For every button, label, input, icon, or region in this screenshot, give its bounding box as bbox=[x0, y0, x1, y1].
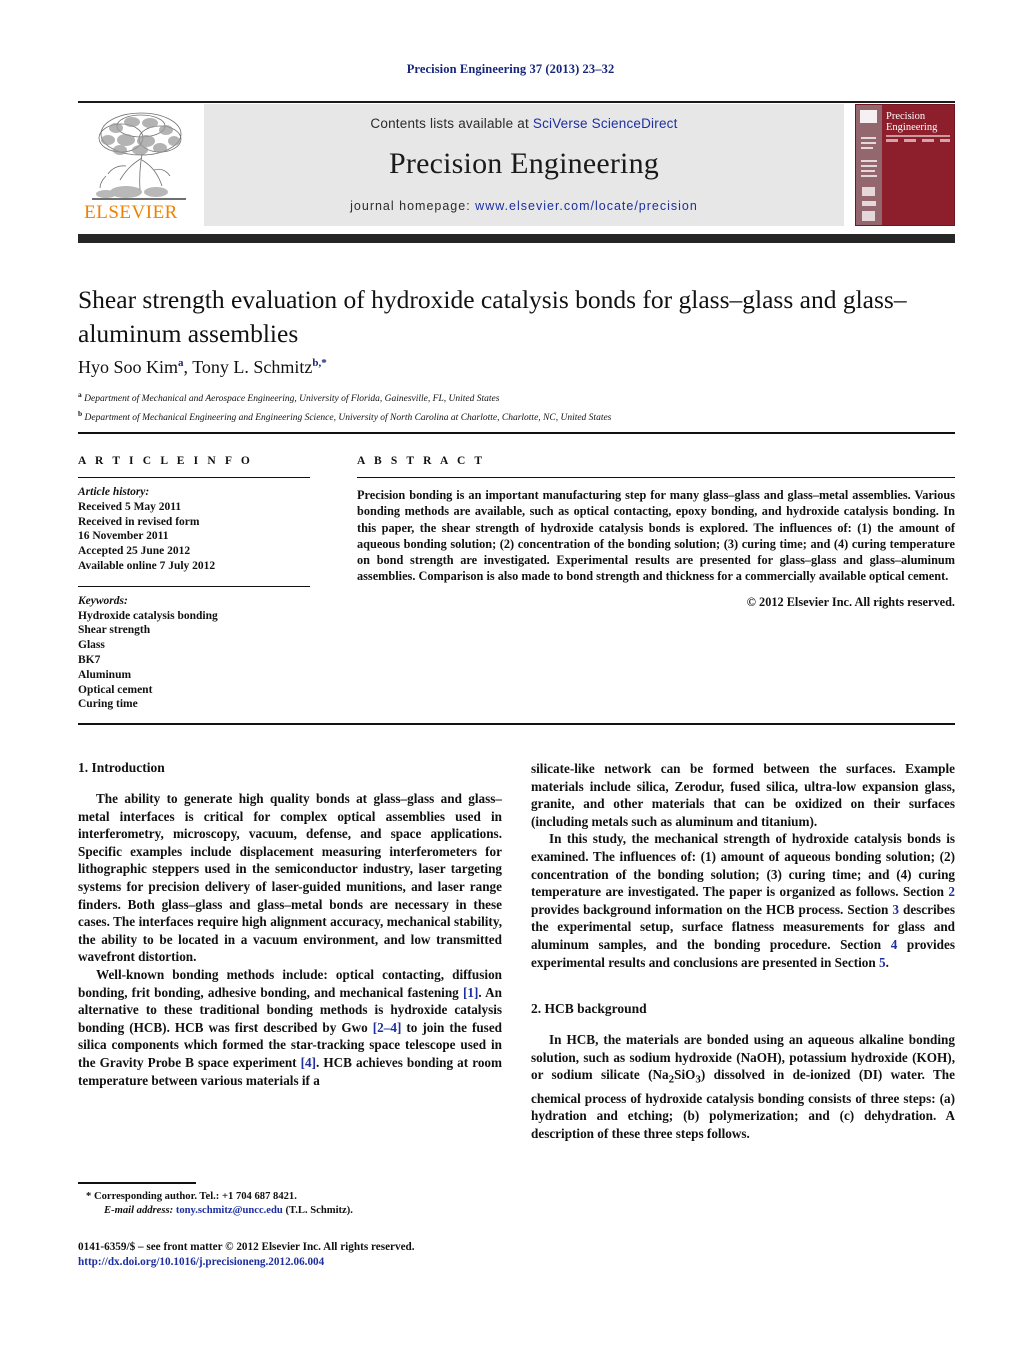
affil-marker-b: b, bbox=[312, 357, 322, 369]
affiliation-b: b Department of Mechanical Engineering a… bbox=[78, 408, 612, 423]
keyword-item: Curing time bbox=[78, 698, 138, 711]
paragraph-1: The ability to generate high quality bon… bbox=[78, 791, 502, 965]
body-column-right: silicate-like network can be formed betw… bbox=[531, 760, 955, 1142]
footnote-block: * Corresponding author. Tel.: +1 704 687… bbox=[78, 1190, 508, 1218]
sciencedirect-link[interactable]: SciVerse ScienceDirect bbox=[533, 116, 678, 131]
corresponding-author-note: * Corresponding author. Tel.: +1 704 687… bbox=[86, 1191, 297, 1202]
elsevier-logo: ELSEVIER bbox=[78, 104, 200, 226]
keywords-rule bbox=[78, 585, 310, 587]
body-column-left: 1. Introduction The ability to generate … bbox=[78, 760, 502, 1089]
section-link-3[interactable]: 3 bbox=[892, 902, 899, 917]
journal-cover-thumbnail: Precision Engineering bbox=[855, 104, 955, 226]
running-head: Precision Engineering 37 (2013) 23–32 bbox=[406, 62, 615, 76]
affil-marker-a: a bbox=[178, 357, 184, 369]
contents-list-line: Contents lists available at SciVerse Sci… bbox=[370, 116, 677, 131]
cover-deco-2 bbox=[904, 139, 916, 142]
affiliations: a Department of Mechanical and Aerospace… bbox=[78, 388, 948, 425]
affiliation-a: a Department of Mechanical and Aerospace… bbox=[78, 390, 500, 405]
history-item: Received in revised form bbox=[78, 515, 200, 528]
keyword-item: Shear strength bbox=[78, 624, 151, 637]
header-heavy-rule bbox=[78, 234, 955, 243]
section-1-heading: 1. Introduction bbox=[78, 760, 165, 775]
section-link-2[interactable]: 2 bbox=[948, 884, 955, 899]
abstract-rule bbox=[357, 477, 955, 478]
history-item: 16 November 2011 bbox=[78, 530, 169, 543]
abstract-column: A B S T R A C T Precision bonding is an … bbox=[357, 455, 955, 610]
paragraph-3: silicate-like network can be formed betw… bbox=[531, 761, 955, 829]
cover-elsevier-mark-icon bbox=[860, 110, 877, 123]
email-link[interactable]: tony.schmitz@uncc.edu bbox=[176, 1205, 283, 1216]
section-2-heading: 2. HCB background bbox=[531, 1001, 647, 1017]
section-link-5[interactable]: 5 bbox=[879, 955, 886, 970]
keyword-item: Optical cement bbox=[78, 683, 153, 696]
elsevier-wordmark: ELSEVIER bbox=[84, 202, 178, 223]
issn-block: 0141-6359/$ – see front matter © 2012 El… bbox=[78, 1240, 518, 1270]
page-title: Shear strength evaluation of hydroxide c… bbox=[78, 285, 907, 348]
cover-deco-4 bbox=[940, 139, 950, 142]
author-list: Hyo Soo Kima, Tony L. Schmitzb,* bbox=[78, 357, 327, 377]
email-note: E-mail address: tony.schmitz@uncc.edu (T… bbox=[78, 1204, 508, 1218]
journal-header-band: ELSEVIER Contents lists available at Sci… bbox=[78, 104, 955, 226]
email-label: E-mail address: bbox=[104, 1205, 174, 1216]
cover-deco-3 bbox=[922, 139, 934, 142]
citation-ref-3[interactable]: [4] bbox=[301, 1055, 316, 1070]
journal-homepage-link[interactable]: www.elsevier.com/locate/precision bbox=[475, 199, 698, 213]
cover-strip-line-6 bbox=[861, 170, 875, 172]
history-item: Available online 7 July 2012 bbox=[78, 559, 216, 572]
cover-rule bbox=[886, 135, 950, 137]
cover-strip-line-3 bbox=[861, 147, 873, 149]
journal-title: Precision Engineering bbox=[389, 147, 659, 180]
keyword-item: Glass bbox=[78, 639, 105, 652]
paragraph-4: In this study, the mechanical strength o… bbox=[531, 831, 955, 970]
email-suffix: (T.L. Schmitz). bbox=[285, 1205, 353, 1216]
article-info-heading: A R T I C L E I N F O bbox=[78, 455, 253, 467]
journal-homepage-line: journal homepage: www.elsevier.com/locat… bbox=[204, 199, 844, 213]
history-item: Received 5 May 2011 bbox=[78, 500, 182, 513]
keyword-item: BK7 bbox=[78, 653, 101, 666]
cover-strip-line-1 bbox=[861, 137, 876, 139]
cover-strip-line-2 bbox=[861, 142, 876, 144]
abstract-heading: A B S T R A C T bbox=[357, 455, 486, 467]
cover-strip-line-5 bbox=[861, 165, 877, 167]
contents-prefix: Contents lists available at bbox=[370, 116, 533, 131]
cover-strip-image-3 bbox=[862, 211, 875, 221]
abstract-copyright: © 2012 Elsevier Inc. All rights reserved… bbox=[746, 594, 955, 609]
cover-strip-image-1 bbox=[862, 187, 875, 196]
paragraph-2: Well-known bonding methods include: opti… bbox=[78, 966, 503, 1088]
keywords-list: Keywords: Hydroxide catalysis bonding Sh… bbox=[78, 594, 310, 712]
citation-ref-1[interactable]: [1] bbox=[463, 985, 478, 1000]
cover-journal-title: Precision Engineering bbox=[886, 111, 938, 133]
history-item: Accepted 25 June 2012 bbox=[78, 545, 191, 558]
keywords-label: Keywords: bbox=[78, 594, 128, 607]
citation-ref-2[interactable]: [2–4] bbox=[373, 1020, 402, 1035]
cover-strip-line-4 bbox=[861, 160, 877, 162]
doi-link[interactable]: http://dx.doi.org/10.1016/j.precisioneng… bbox=[78, 1255, 518, 1270]
footnote-rule bbox=[78, 1182, 196, 1184]
cover-strip-line-7 bbox=[861, 175, 877, 177]
issn-line: 0141-6359/$ – see front matter © 2012 El… bbox=[78, 1241, 415, 1253]
cover-deco-1 bbox=[886, 139, 898, 142]
keyword-item: Aluminum bbox=[78, 668, 132, 681]
abstract-text: Precision bonding is an important manufa… bbox=[357, 488, 955, 584]
article-info-column: A R T I C L E I N F O Article history: R… bbox=[78, 455, 310, 712]
paper-page: Precision Engineering 37 (2013) 23–32 EL… bbox=[0, 0, 1021, 1351]
article-history-label: Article history: bbox=[78, 486, 150, 498]
paragraph-5: In HCB, the materials are bonded using a… bbox=[531, 1032, 955, 1141]
keyword-item: Hydroxide catalysis bonding bbox=[78, 609, 218, 622]
homepage-prefix: journal homepage: bbox=[350, 199, 476, 213]
article-info-rule bbox=[78, 477, 310, 478]
journal-header-center: Contents lists available at SciVerse Sci… bbox=[204, 104, 844, 226]
article-history: Article history: Received 5 May 2011 Rec… bbox=[78, 485, 310, 574]
abstract-bottom-rule bbox=[78, 723, 955, 725]
cover-strip-image-2 bbox=[862, 201, 876, 206]
corresponding-marker: * bbox=[321, 357, 327, 369]
header-top-rule bbox=[78, 101, 955, 103]
info-top-rule bbox=[78, 432, 955, 434]
